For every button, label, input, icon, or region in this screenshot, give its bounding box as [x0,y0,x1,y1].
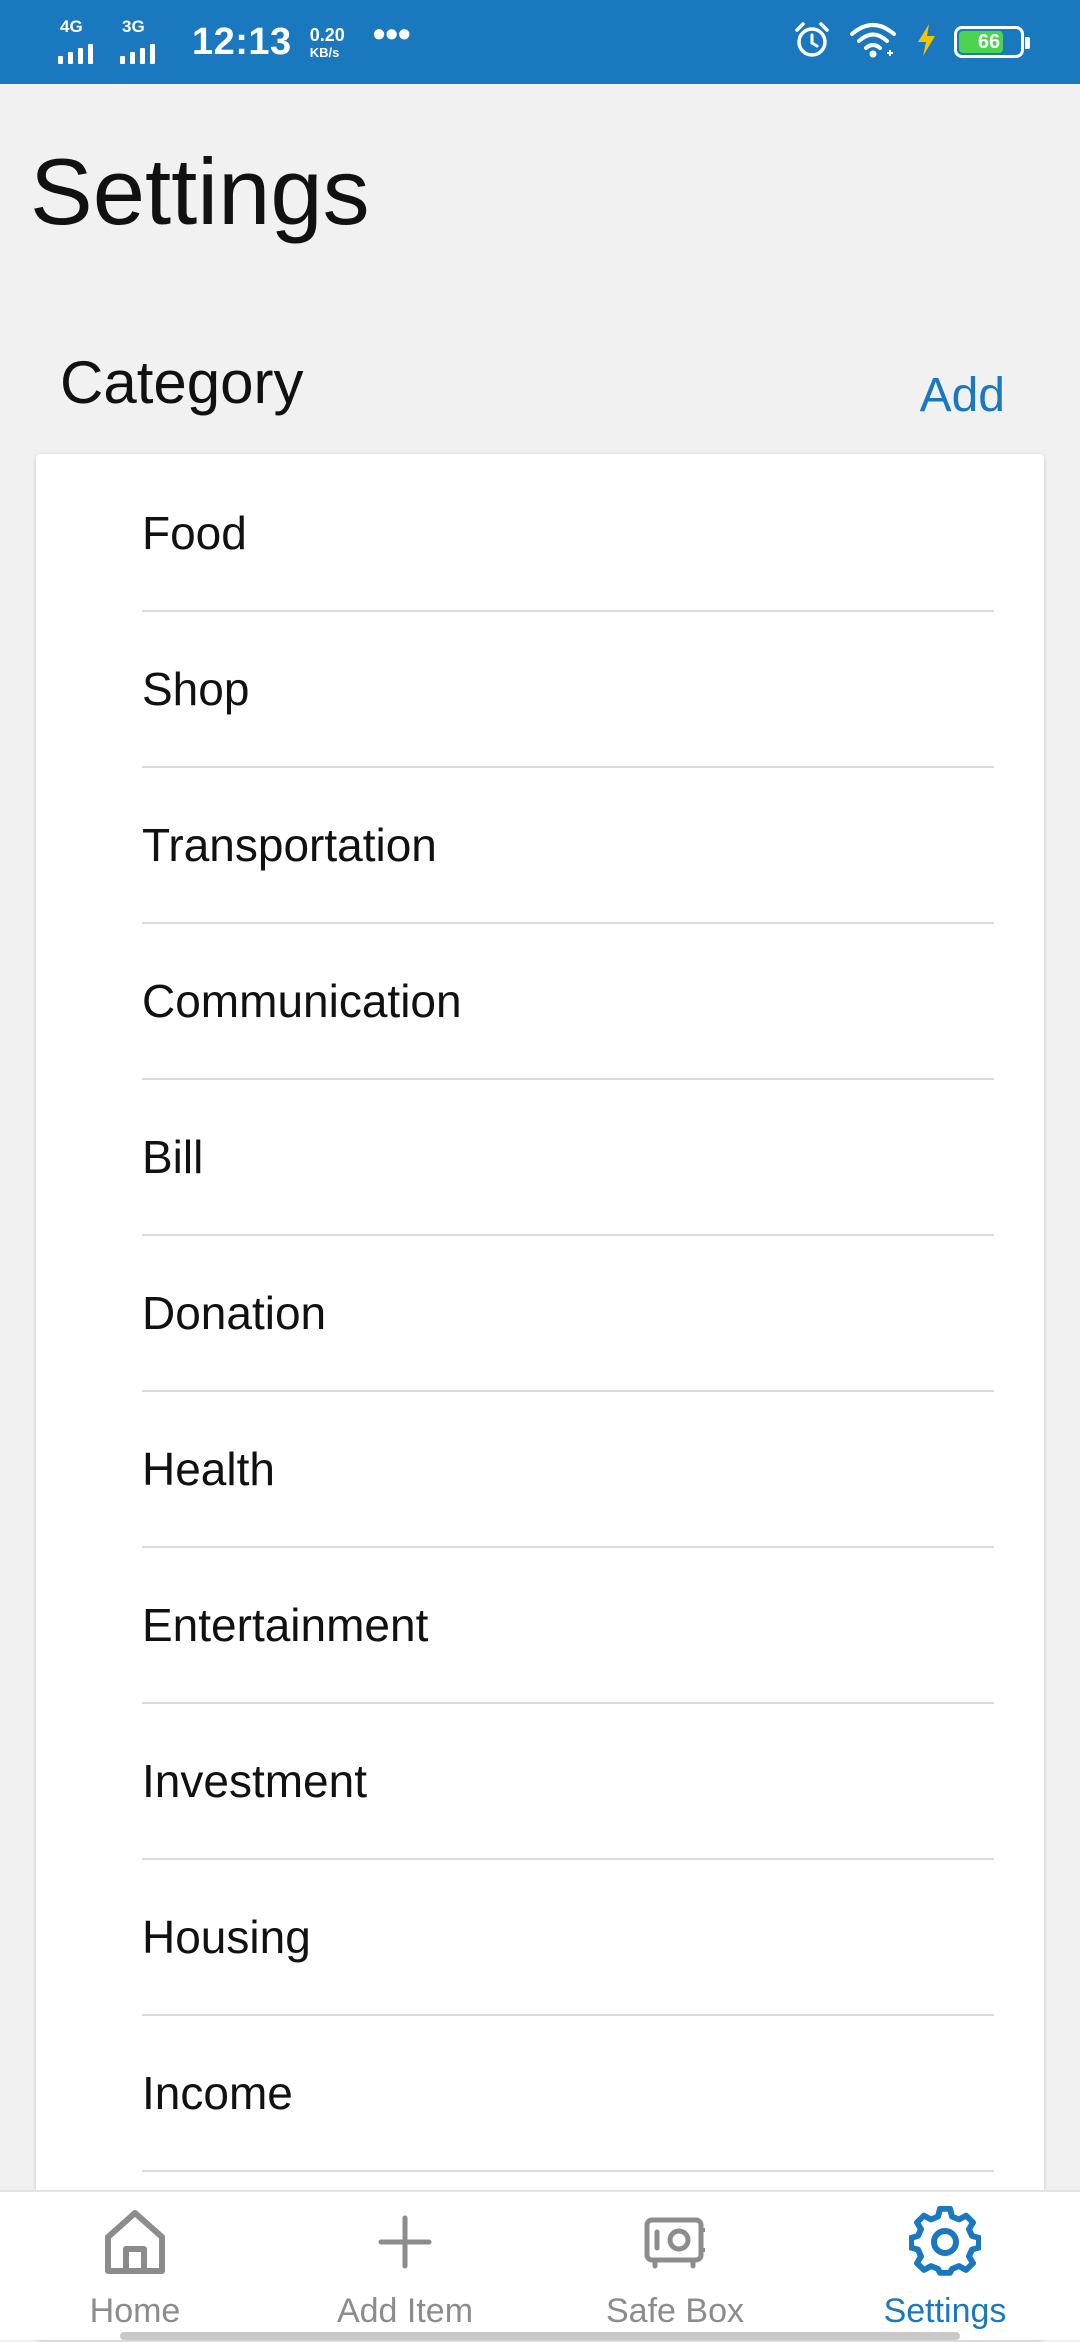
nav-safe-box[interactable]: Safe Box [540,2192,810,2342]
category-item-transportation[interactable]: Transportation [142,768,994,924]
nav-settings[interactable]: Settings [810,2192,1080,2342]
signal-3g-icon: 3G [118,14,170,70]
nav-home[interactable]: Home [0,2192,270,2342]
category-label: Health [142,1443,275,1495]
status-left: 4G 3G 12:13 0.20 KB/s ••• [56,14,411,70]
category-label: Income [142,2067,293,2119]
wifi-icon [848,20,898,65]
category-label: Shop [142,663,250,715]
gear-icon [909,2206,981,2278]
category-item-investment[interactable]: Investment [142,1704,994,1860]
category-section-title: Category [60,349,304,416]
bottom-navigation: Home Add Item Safe Box Settings [0,2190,1080,2340]
nav-add-item-label: Add Item [336,2292,474,2330]
category-label: Entertainment [142,1599,429,1651]
category-item-shop[interactable]: Shop [142,612,994,768]
battery-level: 66 [977,30,1001,53]
battery-icon: 66 [954,26,1030,58]
status-right: 66 [792,14,1030,70]
home-icon [99,2206,171,2278]
status-bar: 4G 3G 12:13 0.20 KB/s ••• 66 [0,0,1080,84]
alarm-icon [792,20,832,65]
category-list-card: Food Shop Transportation Communication B… [36,454,1044,2340]
signal-4g-icon: 4G [56,14,108,70]
network-speed-unit: KB/s [309,44,340,60]
status-time: 12:13 [192,20,292,63]
category-item-health[interactable]: Health [142,1392,994,1548]
add-category-button[interactable]: Add [920,368,1005,423]
category-list: Food Shop Transportation Communication B… [36,454,1044,2172]
network-speed-value: 0.20 [309,24,345,45]
category-item-housing[interactable]: Housing [142,1860,994,2016]
category-label: Bill [142,1131,204,1183]
category-item-donation[interactable]: Donation [142,1236,994,1392]
nav-safe-box-label: Safe Box [606,2292,744,2330]
network-speed: 0.20 KB/s [310,26,345,59]
category-label: Investment [142,1755,367,1807]
more-notifications-icon: ••• [372,13,411,54]
category-label: Communication [142,975,462,1027]
category-item-food[interactable]: Food [142,456,994,612]
plus-icon [369,2206,441,2278]
nav-add-item[interactable]: Add Item [270,2192,540,2342]
network-type-2: 3G [122,17,145,36]
category-label: Food [142,507,247,559]
category-item-bill[interactable]: Bill [142,1080,994,1236]
home-indicator [120,2332,960,2340]
network-type-1: 4G [60,17,83,36]
page-title: Settings [30,139,370,244]
category-item-income[interactable]: Income [142,2016,994,2172]
category-label: Housing [142,1911,311,1963]
category-label: Donation [142,1287,327,1339]
nav-settings-label: Settings [883,2292,1007,2330]
category-section-header: Category Add [60,338,1020,428]
category-item-entertainment[interactable]: Entertainment [142,1548,994,1704]
nav-home-label: Home [89,2292,181,2330]
charging-icon [914,22,938,63]
category-label: Transportation [142,819,437,871]
category-item-communication[interactable]: Communication [142,924,994,1080]
safe-icon [639,2206,711,2278]
